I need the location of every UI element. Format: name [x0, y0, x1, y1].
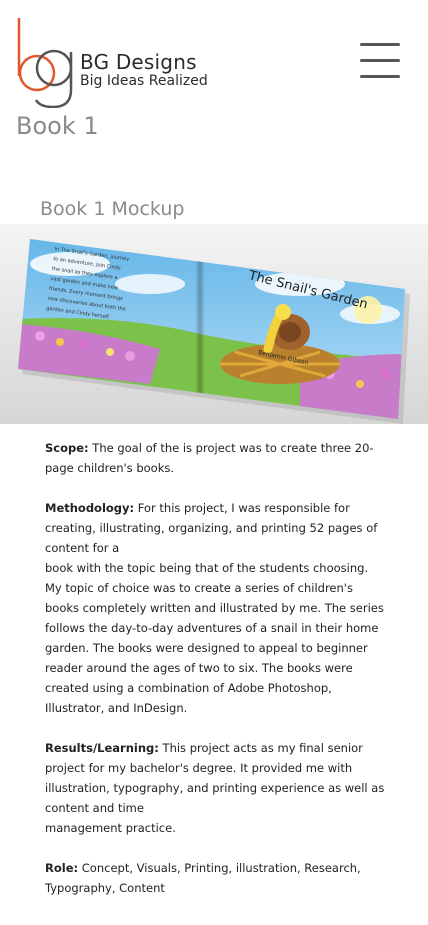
hamburger-icon — [360, 43, 400, 46]
brand-tagline: Big Ideas Realized — [80, 73, 208, 89]
bg-logo[interactable] — [16, 16, 76, 108]
results-label: Results/Learning: — [45, 741, 159, 755]
role-text: Concept, Visuals, Printing, illustration… — [45, 861, 361, 895]
methodology-text-2: book with the topic being that of the st… — [45, 561, 384, 715]
scope-label: Scope: — [45, 441, 89, 455]
section-title: Book 1 Mockup — [40, 198, 185, 220]
role-paragraph: Role: Concept, Visuals, Printing, illust… — [45, 858, 385, 898]
results-paragraph: Results/Learning: This project acts as m… — [45, 738, 385, 838]
site-header: BG Designs Big Ideas Realized — [0, 0, 428, 110]
scope-paragraph: Scope: The goal of the is project was to… — [45, 438, 385, 478]
project-description: Scope: The goal of the is project was to… — [45, 438, 385, 918]
role-label: Role: — [45, 861, 79, 875]
brand-name: BG Designs — [80, 50, 197, 74]
methodology-label: Methodology: — [45, 501, 135, 515]
page-title: Book 1 — [16, 112, 99, 140]
results-text-2: management practice. — [45, 821, 176, 835]
scope-text: The goal of the is project was to create… — [45, 441, 374, 475]
hamburger-menu-button[interactable] — [358, 40, 402, 80]
methodology-paragraph: Methodology: For this project, I was res… — [45, 498, 385, 718]
book-mockup-image: In The Snail's Garden, journey to an adv… — [0, 224, 428, 424]
